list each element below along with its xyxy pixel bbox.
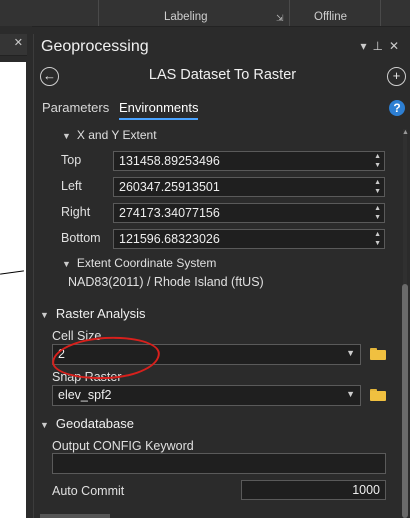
map-canvas[interactable] (0, 62, 26, 518)
raster-analysis-label: Raster Analysis (55, 306, 146, 321)
auto-commit-value: 1000 (352, 483, 380, 497)
collapse-chevron-icon[interactable]: ▼ (62, 259, 71, 269)
xy-extent-header[interactable]: ▼ X and Y Extent (62, 128, 157, 142)
spinner-icon[interactable]: ▲ ▼ (374, 152, 381, 170)
tab-strip: Parameters Environments ? (34, 100, 410, 122)
bottom-value: 121596.68323026 (119, 232, 220, 246)
folder-icon[interactable] (370, 348, 386, 360)
top-field[interactable]: 131458.89253496 ▲ ▼ (113, 151, 385, 171)
config-keyword-input[interactable] (52, 453, 386, 474)
right-label: Right (61, 205, 91, 219)
chevron-down-icon[interactable]: ▼ (346, 348, 355, 358)
scroll-up-icon[interactable]: ▲ (402, 129, 409, 136)
close-icon[interactable]: ✕ (389, 39, 405, 53)
xy-extent-label: X and Y Extent (76, 128, 157, 142)
pin-icon[interactable]: ⊥ (372, 39, 388, 53)
ribbon-group-label: Labeling (164, 11, 208, 23)
ribbon: Labeling ⇲ Offline (0, 0, 410, 27)
geoprocessing-pane: Geoprocessing ▾⊥✕ ← LAS Dataset To Raste… (33, 34, 410, 518)
auto-commit-label: Auto Commit (52, 484, 125, 498)
scrollbar-thumb[interactable] (402, 284, 408, 518)
snap-raster-value: elev_spf2 (58, 388, 112, 402)
dialog-launcher-icon[interactable]: ⇲ (276, 13, 284, 24)
pane-options-icon[interactable]: ▾ (360, 39, 372, 53)
tool-title: LAS Dataset To Raster (148, 67, 297, 83)
ribbon-group-label: Offline (314, 11, 348, 23)
bottom-field[interactable]: 121596.68323026 ▲ ▼ (113, 229, 385, 249)
ribbon-group-offline: Offline (290, 0, 380, 26)
bottom-label: Bottom (61, 231, 101, 245)
left-label: Left (61, 179, 82, 193)
map-feature-line (0, 270, 24, 275)
right-value: 274173.34077156 (119, 206, 220, 220)
pane-title: Geoprocessing (41, 38, 149, 55)
top-value: 131458.89253496 (119, 154, 220, 168)
left-value: 260347.25913501 (119, 180, 220, 194)
add-icon[interactable]: + (387, 67, 406, 86)
raster-analysis-header[interactable]: ▼ Raster Analysis (40, 306, 146, 321)
clipped-text (40, 514, 110, 518)
ribbon-group-labeling: Labeling ⇲ (99, 0, 289, 26)
spinner-icon[interactable]: ▲ ▼ (374, 204, 381, 222)
collapse-chevron-icon[interactable]: ▼ (40, 310, 49, 320)
coord-sys-header[interactable]: ▼ Extent Coordinate System (62, 256, 216, 270)
coord-sys-label: Extent Coordinate System (76, 256, 217, 270)
snap-raster-combobox[interactable]: elev_spf2 ▼ (52, 385, 361, 406)
collapse-chevron-icon[interactable]: ▼ (40, 420, 49, 430)
pane-controls: ▾⊥✕ (360, 39, 405, 53)
close-map-icon[interactable]: ✕ (14, 36, 23, 49)
coord-sys-value: NAD83(2011) / Rhode Island (ftUS) (68, 275, 264, 289)
folder-icon[interactable] (370, 389, 386, 401)
tab-environments[interactable]: Environments (119, 100, 199, 120)
geodatabase-label: Geodatabase (55, 416, 134, 431)
next-section-header-clipped[interactable] (40, 510, 130, 518)
ribbon-separator (380, 0, 381, 26)
collapse-chevron-icon[interactable]: ▼ (62, 131, 71, 141)
tool-header: ← LAS Dataset To Raster + (34, 60, 410, 92)
spinner-icon[interactable]: ▲ ▼ (374, 230, 381, 248)
chevron-down-icon[interactable]: ▼ (346, 389, 355, 399)
config-keyword-label: Output CONFIG Keyword (52, 439, 194, 453)
tab-parameters[interactable]: Parameters (42, 100, 109, 115)
scrollbar[interactable]: ▲ (402, 129, 409, 518)
help-icon[interactable]: ? (389, 100, 405, 116)
auto-commit-input[interactable]: 1000 (241, 480, 386, 500)
geodatabase-header[interactable]: ▼ Geodatabase (40, 416, 134, 431)
map-tab-bar: ✕ (0, 34, 27, 56)
right-field[interactable]: 274173.34077156 ▲ ▼ (113, 203, 385, 223)
top-label: Top (61, 153, 82, 167)
spinner-icon[interactable]: ▲ ▼ (374, 178, 381, 196)
left-field[interactable]: 260347.25913501 ▲ ▼ (113, 177, 385, 197)
